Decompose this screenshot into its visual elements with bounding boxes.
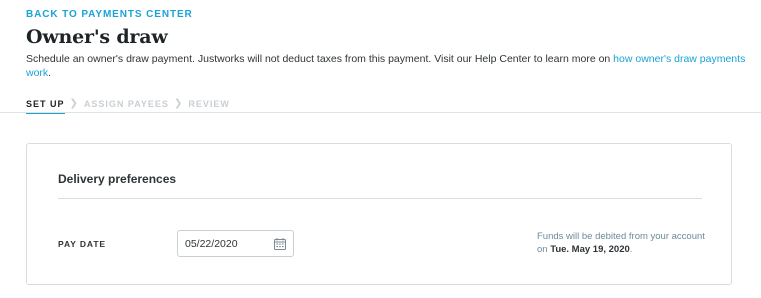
header-divider (0, 112, 761, 113)
debit-note-end: . (629, 244, 633, 255)
intro-text: Schedule an owner's draw payment. Justwo… (26, 52, 746, 80)
debit-date: Tue. May 19, 2020 (550, 244, 630, 255)
pay-date-value[interactable]: 05/22/2020 (185, 238, 267, 250)
pay-date-label: PAY DATE (58, 239, 106, 249)
back-to-payments-center-link[interactable]: BACK TO PAYMENTS CENTER (26, 9, 193, 20)
intro-text-body: Schedule an owner's draw payment. Justwo… (26, 53, 614, 65)
calendar-icon[interactable] (267, 231, 293, 256)
step-set-up[interactable]: SET UP (26, 99, 65, 114)
card-title: Delivery preferences (58, 172, 177, 186)
pay-date-input[interactable]: 05/22/2020 (177, 230, 294, 257)
step-review: REVIEW (188, 98, 230, 109)
debit-note: Funds will be debited from your account … (537, 230, 717, 256)
intro-text-end: . (48, 67, 52, 79)
progress-stepper: SET UP ❯ ASSIGN PAYEES ❯ REVIEW (26, 98, 230, 114)
step-assign-payees: ASSIGN PAYEES (83, 98, 169, 109)
card-divider (58, 198, 702, 199)
page-title: Owner's draw (26, 26, 168, 48)
chevron-right-icon: ❯ (173, 98, 184, 109)
delivery-preferences-card: Delivery preferences PAY DATE 05/22/2020… (26, 143, 732, 285)
chevron-right-icon: ❯ (69, 98, 79, 109)
